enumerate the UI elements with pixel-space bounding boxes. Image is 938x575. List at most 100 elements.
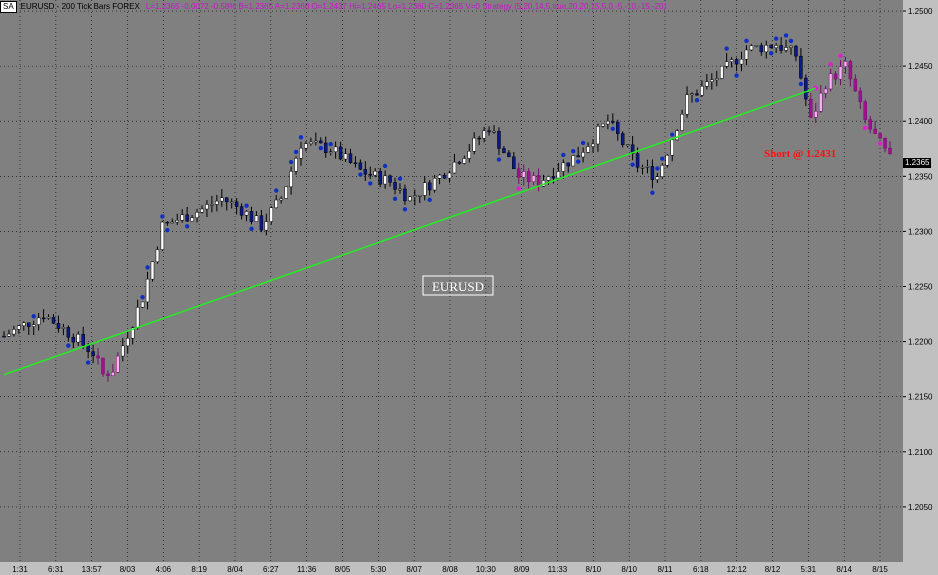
x-tick-label: 11:33 xyxy=(548,565,568,574)
signal-dot xyxy=(274,188,279,193)
chart-header: SA EURUSD - 200 Tick Bars FOREX L=1.2365… xyxy=(0,0,666,13)
x-tick-label: 12:12 xyxy=(727,565,748,574)
y-tick-label: 1.2300 xyxy=(908,227,933,236)
chart-title: EURUSD - 200 Tick Bars FOREX xyxy=(20,2,140,11)
x-tick-label: 8/12 xyxy=(765,565,781,574)
signal-dot xyxy=(496,157,502,162)
y-tick-label: 1.2200 xyxy=(908,338,933,347)
x-tick-label: 8/08 xyxy=(442,565,458,574)
price-bar xyxy=(101,357,105,377)
signal-dot xyxy=(863,125,868,131)
signal-dot xyxy=(184,224,190,229)
chart-label-box: EURUSD xyxy=(422,275,494,296)
signal-dot xyxy=(575,159,581,164)
price-bar xyxy=(675,129,679,141)
signal-dot xyxy=(734,73,739,78)
signal-dot xyxy=(516,186,521,191)
x-tick-label: 10:30 xyxy=(476,565,497,574)
signal-dot xyxy=(670,132,675,137)
signal-dot xyxy=(298,135,304,140)
price-bar xyxy=(150,261,155,282)
signal-dot xyxy=(694,97,700,103)
signal-dot xyxy=(145,265,150,270)
symbol-badge[interactable]: SA xyxy=(0,0,17,13)
price-bar xyxy=(284,186,288,200)
signal-dot xyxy=(744,38,749,44)
signal-dot xyxy=(160,214,165,219)
chart-window[interactable]: EURUSD Short @ 1.2431 1.2050 1.2100 1.2150… xyxy=(0,0,938,575)
signal-dot xyxy=(798,81,804,87)
signal-dot xyxy=(293,149,299,155)
signal-dot xyxy=(838,53,843,58)
signal-dot xyxy=(877,141,883,146)
x-tick-label: 8/05 xyxy=(335,565,351,574)
signal-dot xyxy=(724,46,729,51)
x-tick-labels: 1:31 6:31 13:57 8/03 4:06 8:19 8/04 6:27 11:36 8/… xyxy=(12,565,888,574)
signal-dot xyxy=(783,33,789,38)
price-chart-plot[interactable]: EURUSD Short @ 1.2431 xyxy=(0,0,903,562)
x-tick-label: 4:06 xyxy=(156,565,172,574)
y-tick-label: 1.2350 xyxy=(908,172,933,181)
signal-dot xyxy=(358,172,363,177)
x-tick-label: 6:18 xyxy=(693,565,709,574)
signal-dot xyxy=(561,152,566,158)
price-bar xyxy=(378,168,382,188)
signal-dot xyxy=(382,163,388,169)
price-bar xyxy=(408,195,412,202)
signal-dot xyxy=(140,294,145,300)
signal-dot xyxy=(328,142,333,147)
signal-dot xyxy=(66,343,71,348)
x-tick-label: 8/10 xyxy=(621,565,637,574)
y-tick-label: 1.2450 xyxy=(908,62,933,71)
x-tick-label: 8/03 xyxy=(120,565,136,574)
x-tick-label: 8:19 xyxy=(191,565,207,574)
x-tick-label: 1:31 xyxy=(12,565,28,574)
price-bar xyxy=(140,301,145,309)
price-bar xyxy=(160,220,165,252)
x-tick-label: 5:30 xyxy=(371,565,387,574)
signal-dot xyxy=(828,62,833,67)
x-tick-label: 11:36 xyxy=(297,565,317,574)
signal-dot xyxy=(427,197,432,203)
x-tick-label: 13:57 xyxy=(82,565,103,574)
x-tick-label: 8/04 xyxy=(227,565,243,574)
signal-dot xyxy=(788,38,794,44)
signal-dot xyxy=(85,360,91,365)
price-bar xyxy=(719,65,724,80)
signal-dot xyxy=(660,156,665,161)
price-axis[interactable]: 1.2050 1.2100 1.2150 1.2200 1.2250 1.2300 1.23… xyxy=(903,0,938,562)
x-tick-label: 8/14 xyxy=(836,565,852,574)
signal-dot xyxy=(249,226,254,231)
signal-dot xyxy=(630,162,635,167)
x-tick-label: 8/09 xyxy=(514,565,530,574)
last-price-label: 1.2365 xyxy=(903,158,932,168)
signal-dot xyxy=(288,159,294,165)
signal-dot xyxy=(773,36,779,41)
signal-dot xyxy=(571,149,576,154)
signal-dot xyxy=(402,207,408,212)
x-tick-label: 8/07 xyxy=(406,565,422,574)
signal-dot xyxy=(655,166,660,171)
signal-dot xyxy=(392,196,398,201)
y-tick-label: 1.2400 xyxy=(908,117,933,126)
price-bar xyxy=(660,163,665,179)
y-tick-label: 1.2250 xyxy=(908,283,933,292)
x-tick-label: 8/11 xyxy=(658,565,674,574)
x-tick-label: 6:27 xyxy=(263,565,279,574)
signal-dot xyxy=(580,140,586,146)
signal-dot xyxy=(368,181,373,186)
signal-dot xyxy=(31,314,36,319)
signal-dot xyxy=(650,190,655,195)
y-tick-label: 1.2100 xyxy=(908,448,933,457)
x-tick-label: 8/10 xyxy=(586,565,602,574)
chart-stats: L=1.2365 -0.0072 -0.58% B=1.2365 A=1.236… xyxy=(145,2,667,11)
x-tick-label: 6:31 xyxy=(48,565,64,574)
x-tick-label: 5:31 xyxy=(801,565,817,574)
signal-dot xyxy=(244,203,249,208)
short-annotation: Short @ 1.2431 xyxy=(764,148,836,160)
signal-dot xyxy=(610,126,616,131)
signal-dot xyxy=(318,145,323,151)
y-tick-label: 1.2050 xyxy=(908,503,933,512)
x-tick-label: 8/15 xyxy=(872,565,888,574)
time-axis[interactable]: 1:31 6:31 13:57 8/03 4:06 8:19 8/04 6:27 11:36 8/… xyxy=(0,562,903,575)
